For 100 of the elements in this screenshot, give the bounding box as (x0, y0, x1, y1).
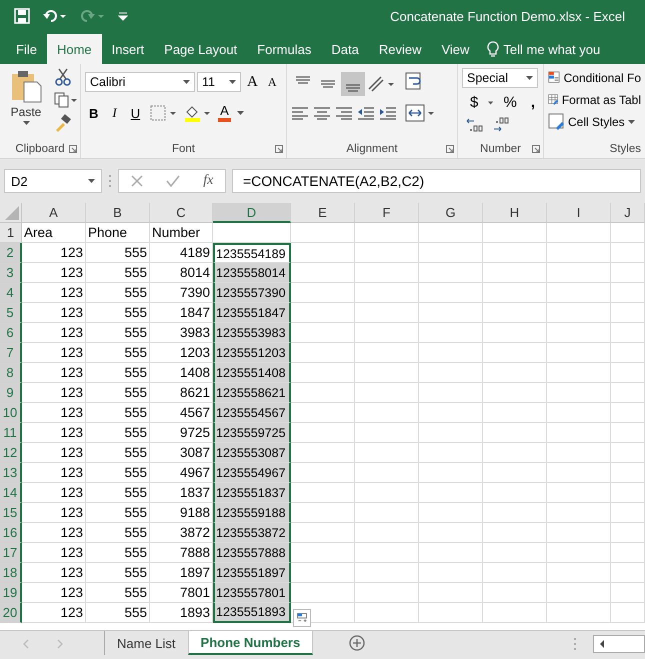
align-right-icon[interactable] (335, 106, 353, 120)
orientation-icon[interactable] (366, 74, 396, 94)
row-header[interactable]: 10 (0, 403, 22, 423)
dialog-launcher-icon[interactable] (532, 145, 540, 153)
font-name-dropdown[interactable]: Calibri (85, 72, 195, 92)
new-sheet-icon[interactable] (349, 635, 366, 651)
cut-icon[interactable] (54, 68, 72, 86)
caret-icon (628, 120, 635, 124)
merge-center-icon[interactable] (405, 104, 435, 122)
row-header[interactable]: 1 (0, 223, 22, 243)
name-box[interactable]: D2 (4, 169, 102, 193)
horizontal-scrollbar[interactable] (593, 635, 645, 653)
row-header[interactable]: 16 (0, 523, 22, 543)
row-header[interactable]: 7 (0, 343, 22, 363)
ribbon-tab[interactable]: Formulas (247, 34, 322, 64)
quick-analysis-icon[interactable] (293, 609, 311, 627)
table-cell: 555 (86, 543, 150, 563)
formula-field[interactable]: =CONCATENATE(A2,B2,C2) (232, 169, 641, 193)
styles-menu-button[interactable]: Conditional Fo (548, 68, 641, 87)
ribbon-tab[interactable]: View (431, 34, 480, 64)
column-header[interactable]: A (22, 203, 86, 223)
row-header[interactable]: 13 (0, 463, 22, 483)
increase-indent-icon[interactable] (379, 106, 397, 120)
row-header[interactable]: 12 (0, 443, 22, 463)
row-header[interactable]: 20 (0, 603, 22, 623)
font-size-dropdown[interactable]: 11 (197, 72, 241, 92)
underline-button[interactable]: U (126, 106, 144, 120)
column-header[interactable]: H (483, 203, 547, 223)
empty-cell (355, 563, 419, 583)
percent-button[interactable]: % (499, 94, 521, 111)
font-color-button[interactable]: A (218, 104, 231, 122)
fill-color-icon[interactable] (184, 104, 212, 122)
column-header[interactable]: J (611, 203, 645, 223)
align-center-icon[interactable] (313, 106, 331, 120)
empty-cell (355, 403, 419, 423)
styles-menu-button[interactable]: Format as Tabl (548, 90, 641, 109)
currency-button[interactable]: $ (466, 94, 482, 111)
empty-cell (419, 463, 483, 483)
row-header[interactable]: 8 (0, 363, 22, 383)
dialog-launcher-icon[interactable] (69, 145, 77, 153)
table-cell: 1235558014 (213, 263, 291, 283)
empty-cell (483, 523, 547, 543)
bold-button[interactable]: B (85, 106, 102, 120)
dialog-launcher-icon[interactable] (446, 145, 454, 153)
customize-icon[interactable] (118, 11, 128, 21)
column-header[interactable]: F (355, 203, 419, 223)
empty-cell (419, 243, 483, 263)
dialog-launcher-icon[interactable] (275, 145, 283, 153)
save-icon[interactable] (14, 8, 30, 24)
column-header[interactable]: G (419, 203, 483, 223)
row-header[interactable]: 14 (0, 483, 22, 503)
insert-function-button[interactable]: fx (203, 173, 214, 189)
bottom-align-icon[interactable] (341, 72, 365, 96)
row-header[interactable]: 9 (0, 383, 22, 403)
ribbon-tab[interactable]: Insert (102, 34, 154, 64)
number-format-dropdown[interactable]: Special (462, 68, 538, 88)
row-header[interactable]: 11 (0, 423, 22, 443)
ribbon-tab[interactable]: Home (46, 34, 102, 64)
paste-button[interactable]: Paste (4, 68, 48, 140)
row-header[interactable]: 15 (0, 503, 22, 523)
row-header[interactable]: 2 (0, 243, 22, 263)
tell-me-field[interactable]: Tell me what you (503, 42, 600, 56)
format-painter-icon[interactable] (54, 114, 72, 132)
row-header[interactable]: 19 (0, 583, 22, 603)
decrease-decimal-icon[interactable] (492, 117, 510, 133)
sheet-tab[interactable]: Phone Numbers (188, 631, 314, 655)
styles-menu-button[interactable]: Cell Styles (548, 112, 641, 131)
ribbon-tab[interactable]: Page Layout (154, 34, 248, 64)
row-header[interactable]: 4 (0, 283, 22, 303)
italic-button[interactable]: I (108, 105, 121, 121)
empty-cell (355, 503, 419, 523)
row-header[interactable]: 6 (0, 323, 22, 343)
undo-icon[interactable] (42, 8, 68, 24)
column-header[interactable]: E (291, 203, 355, 223)
column-header[interactable]: D (213, 203, 291, 223)
ribbon-tab[interactable]: File (6, 34, 47, 64)
comma-button[interactable]: , (526, 94, 539, 111)
empty-cell (419, 483, 483, 503)
borders-icon[interactable] (150, 105, 178, 121)
ribbon-tab[interactable]: Data (321, 34, 369, 64)
align-left-icon[interactable] (291, 106, 309, 120)
column-header[interactable]: C (150, 203, 213, 223)
row-header[interactable]: 17 (0, 543, 22, 563)
row-header[interactable]: 5 (0, 303, 22, 323)
decrease-indent-icon[interactable] (357, 106, 375, 120)
row-header[interactable]: 3 (0, 263, 22, 283)
increase-decimal-icon[interactable] (466, 117, 484, 133)
table-cell: 555 (86, 503, 150, 523)
column-header[interactable]: I (547, 203, 611, 223)
empty-cell (611, 463, 645, 483)
shrink-font-button[interactable]: A (264, 74, 281, 90)
empty-cell (483, 423, 547, 443)
row-header[interactable]: 18 (0, 563, 22, 583)
column-header[interactable]: B (86, 203, 150, 223)
grow-font-button[interactable]: A (243, 74, 262, 90)
empty-cell (419, 363, 483, 383)
copy-icon[interactable] (54, 92, 78, 108)
table-cell: 123 (22, 563, 86, 583)
ribbon-tab[interactable]: Review (368, 34, 432, 64)
table-cell: 555 (86, 383, 150, 403)
